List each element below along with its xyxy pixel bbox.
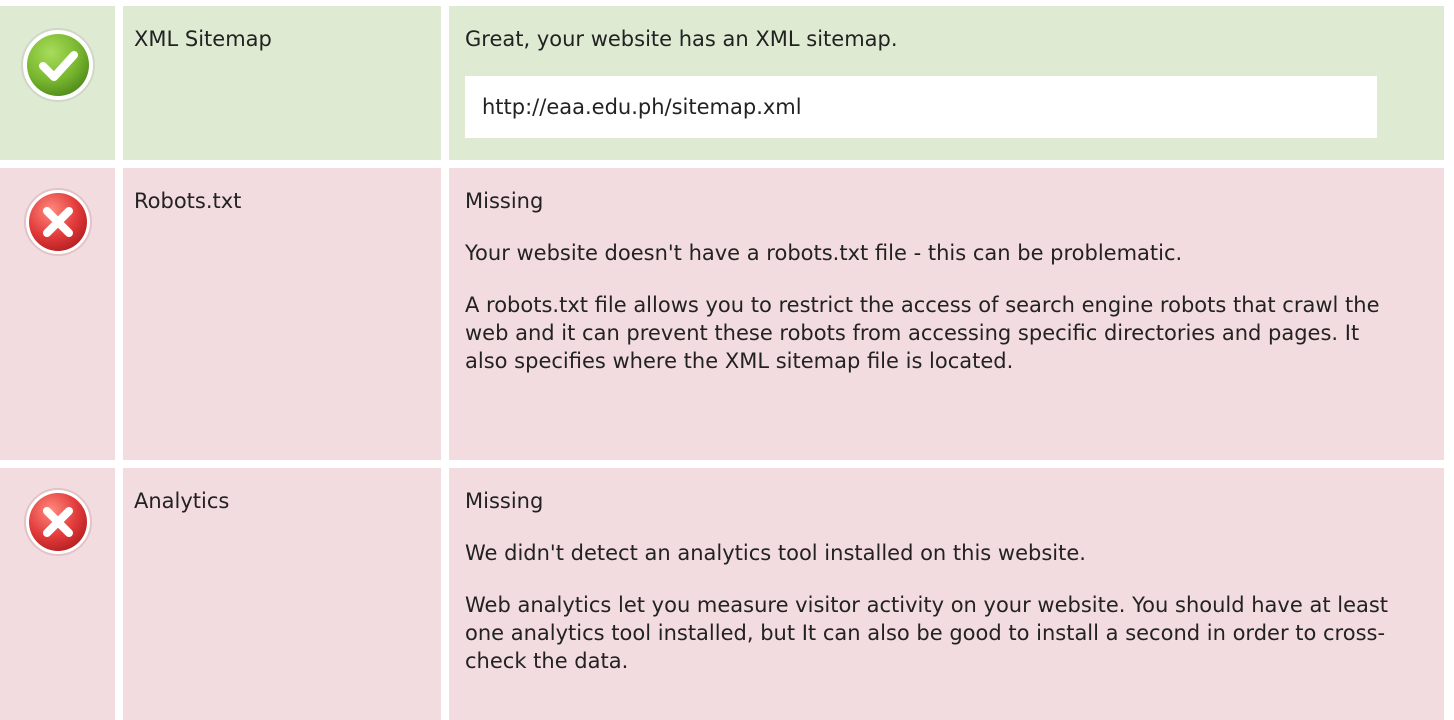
check-state: Missing [465,189,544,213]
check-label-cell: Robots.txt [123,168,441,460]
check-content-cell: Great, your website has an XML sitemap. … [449,6,1444,160]
cross-circle-icon [20,484,96,560]
check-description: A robots.txt file allows you to restrict… [465,293,1380,373]
check-row-robots-txt: Robots.txt Missing Your website doesn't … [0,168,1454,460]
check-content-cell: Missing Your website doesn't have a robo… [449,168,1444,460]
cross-circle-icon [20,184,96,260]
check-circle-icon [20,27,96,103]
check-label-cell: XML Sitemap [123,6,441,160]
status-cell [0,6,115,160]
status-cell [0,168,115,460]
check-label: XML Sitemap [134,27,272,51]
check-row-analytics: Analytics Missing We didn't detect an an… [0,468,1454,720]
check-row-xml-sitemap: XML Sitemap Great, your website has an X… [0,6,1454,160]
check-label: Robots.txt [134,189,242,213]
seo-report: XML Sitemap Great, your website has an X… [0,0,1454,720]
check-label-cell: Analytics [123,468,441,720]
check-content-cell: Missing We didn't detect an analytics to… [449,468,1444,720]
check-summary: We didn't detect an analytics tool insta… [465,541,1086,565]
sitemap-url-box: http://eaa.edu.ph/sitemap.xml [465,76,1377,138]
check-summary: Your website doesn't have a robots.txt f… [465,241,1183,265]
check-description: Web analytics let you measure visitor ac… [465,593,1389,673]
check-message: Great, your website has an XML sitemap. [465,27,898,51]
check-state: Missing [465,489,544,513]
check-label: Analytics [134,489,230,513]
status-cell [0,468,115,720]
